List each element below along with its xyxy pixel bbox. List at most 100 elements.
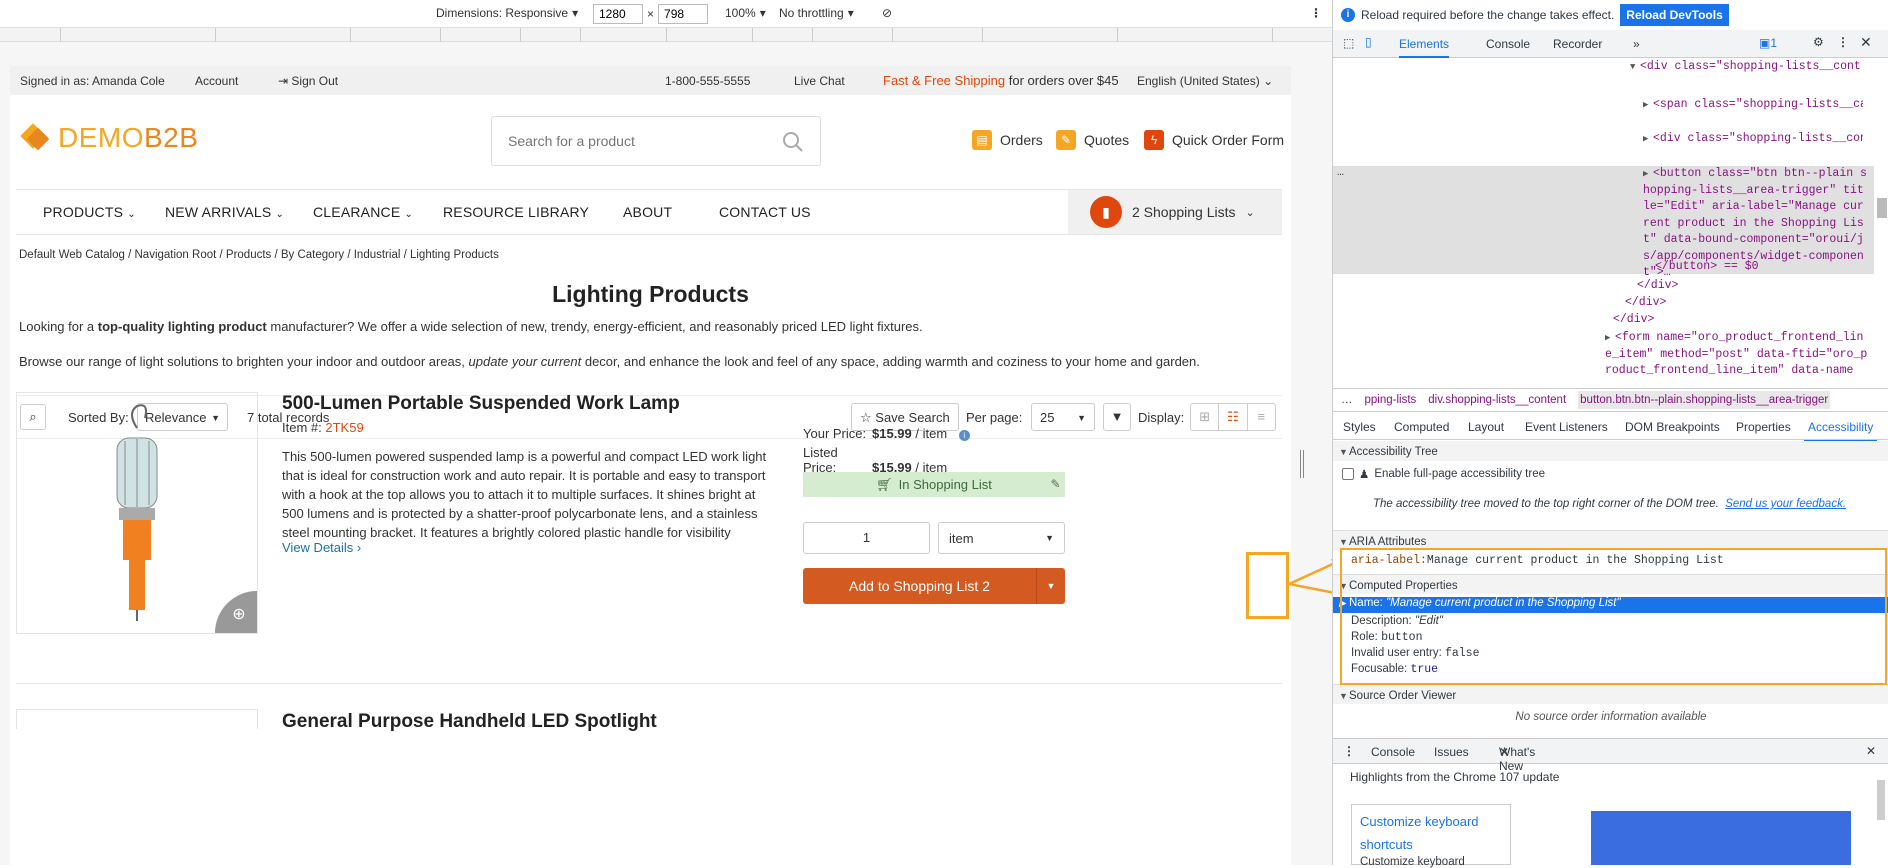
resize-handle[interactable]: [1300, 450, 1304, 478]
orders-label: Orders: [1000, 132, 1043, 148]
subtab-styles[interactable]: Styles: [1343, 420, 1376, 434]
in-shopping-list-status[interactable]: 🛒︎ In Shopping List: [803, 472, 1065, 497]
tab-elements[interactable]: Elements: [1399, 37, 1450, 58]
drawer-tab-issues[interactable]: Issues: [1434, 745, 1469, 759]
subtab-properties[interactable]: Properties: [1736, 420, 1791, 434]
subtab-dom-breakpoints[interactable]: DOM Breakpoints: [1625, 420, 1720, 434]
add-options-caret-icon[interactable]: ▼: [1036, 568, 1065, 604]
site-logo[interactable]: DEMO B2B: [18, 121, 198, 155]
nav-contact-us[interactable]: CONTACT US: [719, 204, 811, 220]
more-options-icon[interactable]: ⋮: [1310, 6, 1322, 20]
viewport-gutter-left: [0, 66, 10, 865]
no-source-text: No source order information available: [1515, 711, 1707, 723]
height-input[interactable]: [658, 4, 709, 24]
drawer-close-icon[interactable]: ✕: [1866, 744, 1876, 758]
tab-console[interactable]: Console: [1486, 37, 1530, 51]
close-icon[interactable]: ✕: [1499, 745, 1509, 759]
breadcrumb: Default Web Catalog / Navigation Root / …: [19, 249, 499, 261]
gear-icon[interactable]: ⚙: [1813, 35, 1824, 49]
crumb-shopping-lists[interactable]: pping-lists: [1365, 394, 1417, 406]
tab-recorder[interactable]: Recorder: [1553, 37, 1602, 51]
feedback-link[interactable]: Send us your feedback.: [1725, 498, 1846, 510]
search-icon[interactable]: [782, 131, 804, 153]
dom-line-6[interactable]: </div>: [1637, 279, 1678, 292]
product-image-frame[interactable]: ⊕: [16, 392, 258, 634]
compact-view-icon[interactable]: ≡: [1248, 404, 1275, 430]
list-view-icon[interactable]: ☷: [1218, 404, 1248, 430]
phone-link[interactable]: 1-800-555-5555: [665, 74, 750, 88]
nav-products[interactable]: PRODUCTS ⌄: [43, 204, 136, 220]
filter-button[interactable]: ▼: [1103, 403, 1131, 431]
a11y-tree-header[interactable]: ▼Accessibility Tree: [1333, 441, 1888, 461]
dom-line-3[interactable]: ▶ <div class="shopping-lists__content-wra…: [1643, 132, 1863, 145]
account-link[interactable]: Account: [195, 74, 238, 88]
width-input[interactable]: [593, 4, 643, 24]
dom-line-8[interactable]: </div>: [1613, 313, 1654, 326]
device-toggle-icon[interactable]: ▯: [1365, 35, 1372, 49]
nav-new-arrivals[interactable]: NEW ARRIVALS ⌄: [165, 204, 284, 220]
subtab-event-listeners[interactable]: Event Listeners: [1525, 420, 1608, 434]
rotate-icon[interactable]: ⊘: [882, 6, 892, 20]
product-description: This 500-lumen powered suspended lamp is…: [282, 449, 767, 540]
add-to-shopping-list-button[interactable]: Add to Shopping List 2: [803, 568, 1036, 604]
aria-attributes-header[interactable]: ▼ARIA Attributes: [1333, 530, 1888, 550]
subtab-layout[interactable]: Layout: [1468, 420, 1504, 434]
dom-scrollbar[interactable]: [1877, 198, 1887, 218]
locale-dropdown[interactable]: English (United States) ⌄: [1137, 74, 1273, 88]
quick-order-link[interactable]: ϟ Quick Order Form: [1144, 130, 1284, 150]
source-order-header[interactable]: ▼Source Order Viewer: [1333, 684, 1888, 704]
more-tabs-icon[interactable]: »: [1633, 37, 1640, 51]
close-icon[interactable]: ✕: [1860, 34, 1872, 51]
subtab-computed[interactable]: Computed: [1394, 420, 1449, 434]
whats-new-card[interactable]: Customize keyboard shortcuts Customize k…: [1351, 804, 1511, 868]
dimensions-dropdown[interactable]: Dimensions: Responsive ▾: [436, 6, 578, 20]
dom-line-1[interactable]: ▼ <div class="shopping-lists__content"> f…: [1630, 60, 1860, 73]
dom-line-9[interactable]: ▶ <form name="oro_product_frontend_line_i…: [1605, 330, 1869, 380]
quantity-input[interactable]: 1: [803, 522, 930, 554]
crumb-ellipsis[interactable]: …: [1341, 394, 1353, 406]
info-icon[interactable]: i: [958, 430, 970, 441]
view-details-link[interactable]: View Details ›: [282, 540, 361, 555]
dom-selected-row[interactable]: … ▶ <button class="btn btn--plain shoppin…: [1333, 166, 1874, 279]
per-page-select[interactable]: 25 ▼: [1031, 403, 1095, 431]
nav-resource-library[interactable]: RESOURCE LIBRARY: [443, 204, 589, 220]
shopping-lists-widget[interactable]: ▮ 2 Shopping Lists ⌄: [1068, 190, 1282, 234]
next-product-title[interactable]: General Purpose Handheld LED Spotlight: [282, 711, 657, 733]
kebab-menu-icon[interactable]: ⋮: [1837, 35, 1849, 49]
orders-link[interactable]: ▤ Orders: [972, 130, 1043, 150]
sign-out-link[interactable]: ⇥ Sign Out: [278, 74, 338, 88]
reload-devtools-button[interactable]: Reload DevTools: [1620, 4, 1729, 26]
dom-line-2-text: <span class="shopping-lists__cart" aria-…: [1653, 98, 1863, 111]
drawer-tab-console[interactable]: Console: [1371, 745, 1415, 759]
quotes-link[interactable]: ✎ Quotes: [1056, 130, 1129, 150]
crumb-button[interactable]: button.btn.btn--plain.shopping-lists__ar…: [1578, 391, 1831, 409]
devtools-panel: i Reload required before the change take…: [1332, 0, 1888, 868]
edit-pencil-icon[interactable]: ✎: [1046, 472, 1065, 497]
enable-full-page-row: ♟ Enable full-page accessibility tree: [1333, 467, 1888, 481]
subtab-accessibility[interactable]: Accessibility: [1804, 420, 1878, 442]
product-title[interactable]: 500-Lumen Portable Suspended Work Lamp: [282, 393, 680, 415]
search-input[interactable]: [508, 133, 768, 149]
nav-new-arrivals-label: NEW ARRIVALS: [165, 204, 272, 220]
checkbox[interactable]: [1342, 468, 1354, 480]
zoom-dropdown[interactable]: 100% ▾: [725, 6, 766, 20]
inspect-icon[interactable]: ⬚: [1343, 36, 1354, 50]
dom-line-2[interactable]: ▶ <span class="shopping-lists__cart" aria…: [1643, 98, 1863, 111]
drawer-menu-icon[interactable]: ⋮: [1343, 744, 1355, 758]
grid-view-icon[interactable]: ⊞: [1191, 404, 1218, 430]
nav-clearance[interactable]: CLEARANCE ⌄: [313, 204, 413, 220]
crumb-div-content[interactable]: div.shopping-lists__content: [1428, 394, 1566, 406]
nav-about[interactable]: ABOUT: [623, 204, 672, 220]
drawer-scrollbar[interactable]: [1877, 780, 1885, 820]
next-product-image-frame[interactable]: [16, 709, 258, 729]
issues-badge[interactable]: ▣ 1: [1759, 36, 1777, 50]
throttling-dropdown[interactable]: No throttling ▾: [779, 6, 854, 20]
dom-line-7[interactable]: </div>: [1625, 296, 1666, 309]
orders-icon: ▤: [972, 130, 992, 150]
shopping-lists-label: 2 Shopping Lists: [1132, 204, 1236, 220]
card-title-link[interactable]: Customize keyboard shortcuts: [1360, 810, 1502, 856]
unit-select[interactable]: item ▼: [938, 522, 1065, 554]
live-chat-link[interactable]: Live Chat: [794, 74, 845, 88]
dom-ellipsis: …: [1337, 166, 1344, 179]
intro2-italic: update your current: [468, 354, 582, 369]
